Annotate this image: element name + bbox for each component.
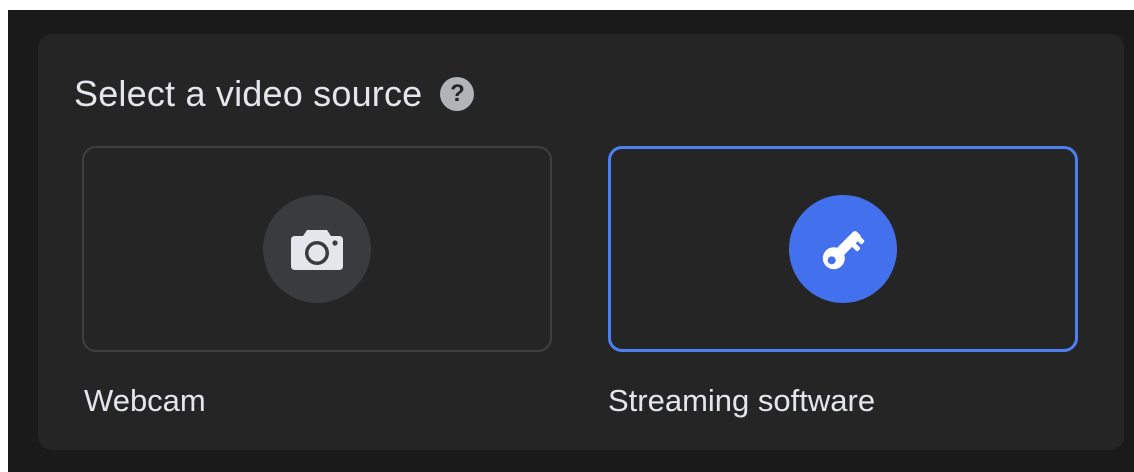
streaming-software-option[interactable] — [608, 146, 1078, 352]
streaming-icon-circle — [789, 195, 897, 303]
webcam-label: Webcam — [84, 383, 206, 418]
window-top-edge — [0, 0, 1134, 10]
webcam-option[interactable] — [82, 146, 552, 352]
title-row: Select a video source ? — [74, 72, 475, 116]
window-left-edge — [0, 0, 8, 472]
camera-icon — [291, 230, 343, 270]
key-icon — [822, 231, 865, 270]
streaming-software-label: Streaming software — [608, 383, 876, 418]
help-icon[interactable]: ? — [440, 77, 475, 111]
webcam-icon-circle — [263, 195, 371, 303]
video-source-panel: Select a video source ? Webcam Streaming… — [38, 34, 1124, 450]
panel-title: Select a video source — [74, 73, 423, 114]
